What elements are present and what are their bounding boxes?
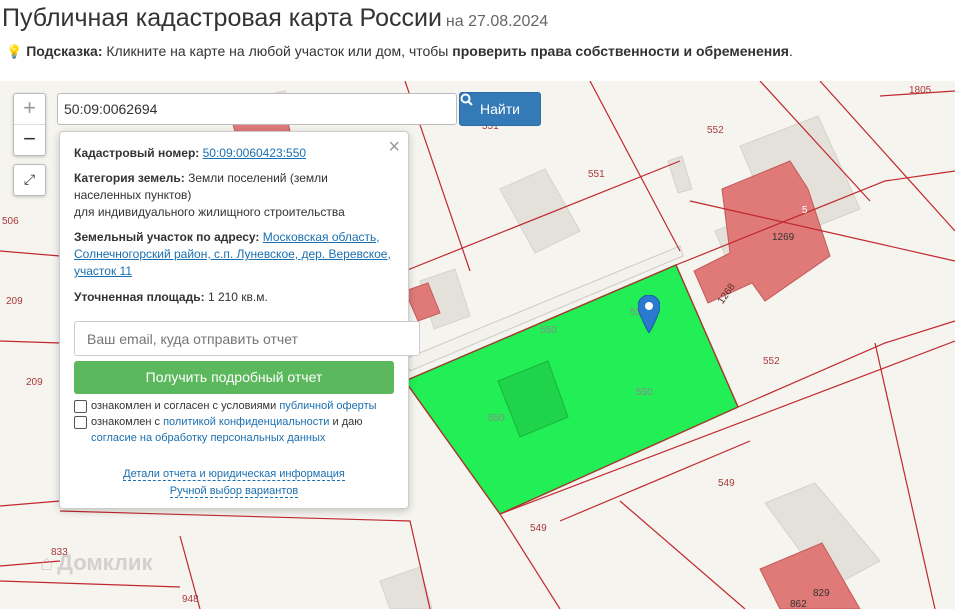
parcel-boundary (0, 580, 181, 588)
email-field[interactable] (74, 321, 420, 356)
hint-bar: 💡 Подсказка: Кликните на карте на любой у… (6, 43, 793, 60)
page-title-text: Публичная кадастровая карта России (2, 4, 442, 32)
offer-agreement-text: ознакомлен и согласен с условиями (91, 400, 277, 412)
area-row: Уточненная площадь: 1 210 кв.м. (74, 289, 394, 306)
land-use-value: для индивидуального жилищного строительс… (74, 205, 345, 219)
map-label-829: 829 (813, 588, 830, 599)
report-details-link[interactable]: Детали отчета и юридическая информация (123, 468, 345, 481)
address-label: Земельный участок по адресу: (74, 230, 260, 244)
fullscreen-icon: ⤢ (23, 171, 36, 187)
map-label-550: 550 (540, 325, 557, 336)
hint-bold-text: проверить права собственности и обремене… (452, 43, 789, 59)
map-label-1269: 1269 (772, 232, 795, 243)
zoom-control: + − (13, 93, 46, 156)
house-icon: ⌂ (40, 550, 54, 575)
domclick-watermark: ⌂ Домклик (40, 550, 152, 576)
hint-text: Кликните на карте на любой участок или д… (106, 43, 449, 59)
map-label-209: 209 (6, 296, 23, 307)
lightbulb-icon: 💡 (6, 44, 23, 59)
building-footprint (379, 566, 433, 609)
watermark-text: Домклик (57, 550, 153, 575)
map-label-506: 506 (2, 216, 19, 227)
map-label-551: 551 (588, 169, 605, 180)
area-value: 1 210 кв.м. (207, 290, 268, 304)
privacy-text: ознакомлен с (91, 416, 161, 428)
cadastral-number-label: Кадастровый номер: (74, 146, 200, 160)
page-title: Публичная кадастровая карта России на 27.… (2, 4, 548, 33)
cadastral-number-row: Кадастровый номер: 50:09:0060423:550 (74, 145, 394, 162)
map-label-550: 550 (488, 413, 505, 424)
fullscreen-button[interactable]: ⤢ (13, 164, 46, 196)
privacy-checkbox[interactable] (74, 416, 87, 429)
map-label-1805: 1805 (909, 85, 932, 96)
offer-agreement-checkbox-row: ознакомлен и согласен с условиями публич… (74, 398, 404, 414)
land-category-row: Категория земель: Земли поселений (земли… (74, 170, 394, 221)
parcel-boundary (874, 342, 936, 609)
details-link-row: Детали отчета и юридическая информация (60, 468, 408, 481)
map-label-209: 209 (26, 377, 43, 388)
privacy-checkbox-row: ознакомлен с политикой конфиденциальност… (74, 414, 404, 446)
search-button-label: Найти (480, 101, 520, 117)
parcel-boundary (0, 340, 61, 344)
get-report-button[interactable]: Получить подробный отчет (74, 361, 394, 394)
area-label: Уточненная площадь: (74, 290, 205, 304)
privacy-text-2: и даю (332, 416, 363, 428)
parcel-boundary (0, 500, 61, 507)
privacy-policy-link[interactable]: политикой конфиденциальности (163, 416, 329, 428)
parcel-info-popup: × Кадастровый номер: 50:09:0060423:550 К… (59, 131, 420, 509)
map-label-862: 862 (790, 599, 807, 609)
map-label-552: 552 (763, 356, 780, 367)
cadastral-map[interactable]: 1805 552 551 551 1269 1268 5 552 550 550… (0, 81, 955, 609)
building-footprint (499, 168, 581, 254)
search-icon (460, 93, 473, 106)
personal-data-consent-link[interactable]: согласие на обработку персональных данны… (91, 432, 325, 444)
map-label-948: 948 (182, 594, 199, 605)
manual-select-row: Ручной выбор вариантов (60, 485, 408, 498)
hint-label: Подсказка: (26, 43, 103, 59)
map-label-552: 552 (707, 125, 724, 136)
manual-select-link[interactable]: Ручной выбор вариантов (169, 485, 299, 498)
address-row: Земельный участок по адресу: Московская … (74, 229, 394, 280)
zoom-out-button[interactable]: − (14, 124, 45, 155)
parcel-boundary (0, 250, 61, 257)
map-label-549: 549 (530, 523, 547, 534)
map-label-549: 549 (718, 478, 735, 489)
map-label-550: 550 (636, 387, 653, 398)
search-button[interactable]: Найти (459, 92, 541, 126)
hint-end: . (788, 43, 793, 59)
page-title-date: на 27.08.2024 (445, 13, 549, 30)
land-category-label: Категория земель: (74, 171, 185, 185)
parcel-boundary (619, 500, 746, 609)
cadastral-number-link[interactable]: 50:09:0060423:550 (203, 146, 306, 160)
cadastral-search-input[interactable] (57, 93, 457, 125)
map-label-5: 5 (802, 205, 808, 216)
offer-agreement-checkbox[interactable] (74, 400, 87, 413)
zoom-in-button[interactable]: + (14, 94, 45, 124)
public-offer-link[interactable]: публичной оферты (279, 400, 376, 412)
